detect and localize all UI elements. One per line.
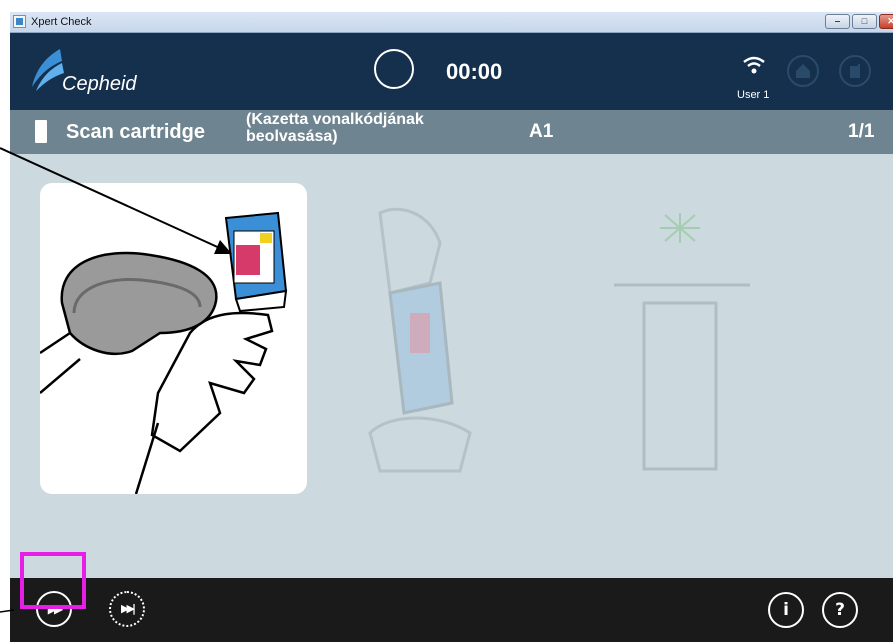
button-callout-line	[0, 609, 15, 613]
cartridge-callout-line	[0, 147, 225, 251]
callout-arrows	[0, 147, 232, 613]
